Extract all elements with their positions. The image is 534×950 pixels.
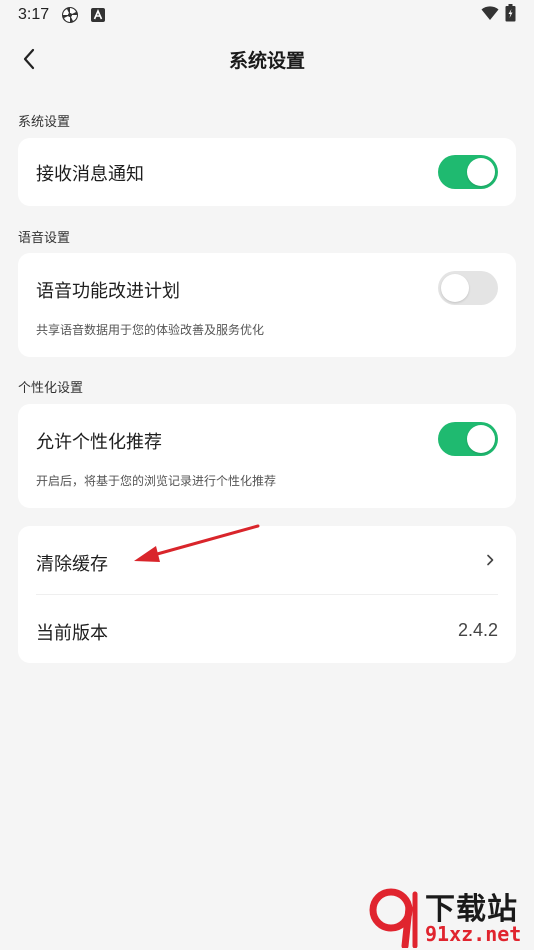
battery-icon [505,4,516,26]
section-label-voice: 语音设置 [18,231,71,246]
toggle-knob [467,158,495,186]
watermark-logo-icon [369,888,418,948]
status-bar: 3:17 [0,0,534,30]
row-title-voice-improvement: 语音功能改进计划 [36,281,180,302]
row-title-personal-recommend: 允许个性化推荐 [36,432,162,453]
row-title-version: 当前版本 [36,623,108,644]
version-value: 2.4.2 [457,620,498,640]
notifications-toggle[interactable] [438,155,498,189]
page-title: 系统设置 [228,49,305,72]
card-other: 清除缓存 当前版本 2.4.2 [18,526,516,663]
a-letter-icon [91,8,106,22]
watermark: 下载站 91xz.net [359,884,534,950]
back-button[interactable] [16,46,42,72]
nav-bar: 系统设置 [0,30,534,88]
row-title-clear-cache: 清除缓存 [36,554,108,575]
row-desc-personal-recommend: 开启后，将基于您的浏览记录进行个性化推荐 [36,474,277,488]
wifi-icon [481,5,499,25]
pinwheel-icon [61,6,79,24]
toggle-knob [441,274,469,302]
voice-improvement-toggle[interactable] [438,271,498,305]
card-system: 接收消息通知 [18,138,516,206]
chevron-right-icon [484,553,496,567]
card-personalization: 允许个性化推荐 开启后，将基于您的浏览记录进行个性化推荐 [18,404,516,508]
chevron-left-icon [23,48,35,70]
personal-recommend-toggle[interactable] [438,422,498,456]
row-title-notifications: 接收消息通知 [36,164,144,185]
card-voice: 语音功能改进计划 共享语音数据用于您的体验改善及服务优化 [18,253,516,357]
status-time: 3:17 [18,6,50,23]
section-label-system: 系统设置 [18,115,71,130]
section-label-personalization: 个性化设置 [18,381,84,396]
watermark-text-main: 下载站 [425,892,518,927]
row-desc-voice-improvement: 共享语音数据用于您的体验改善及服务优化 [36,323,265,337]
clear-cache-row[interactable]: 清除缓存 [18,526,516,594]
toggle-knob [467,425,495,453]
watermark-text-domain: 91xz.net [425,922,522,946]
version-row: 当前版本 2.4.2 [18,595,516,663]
